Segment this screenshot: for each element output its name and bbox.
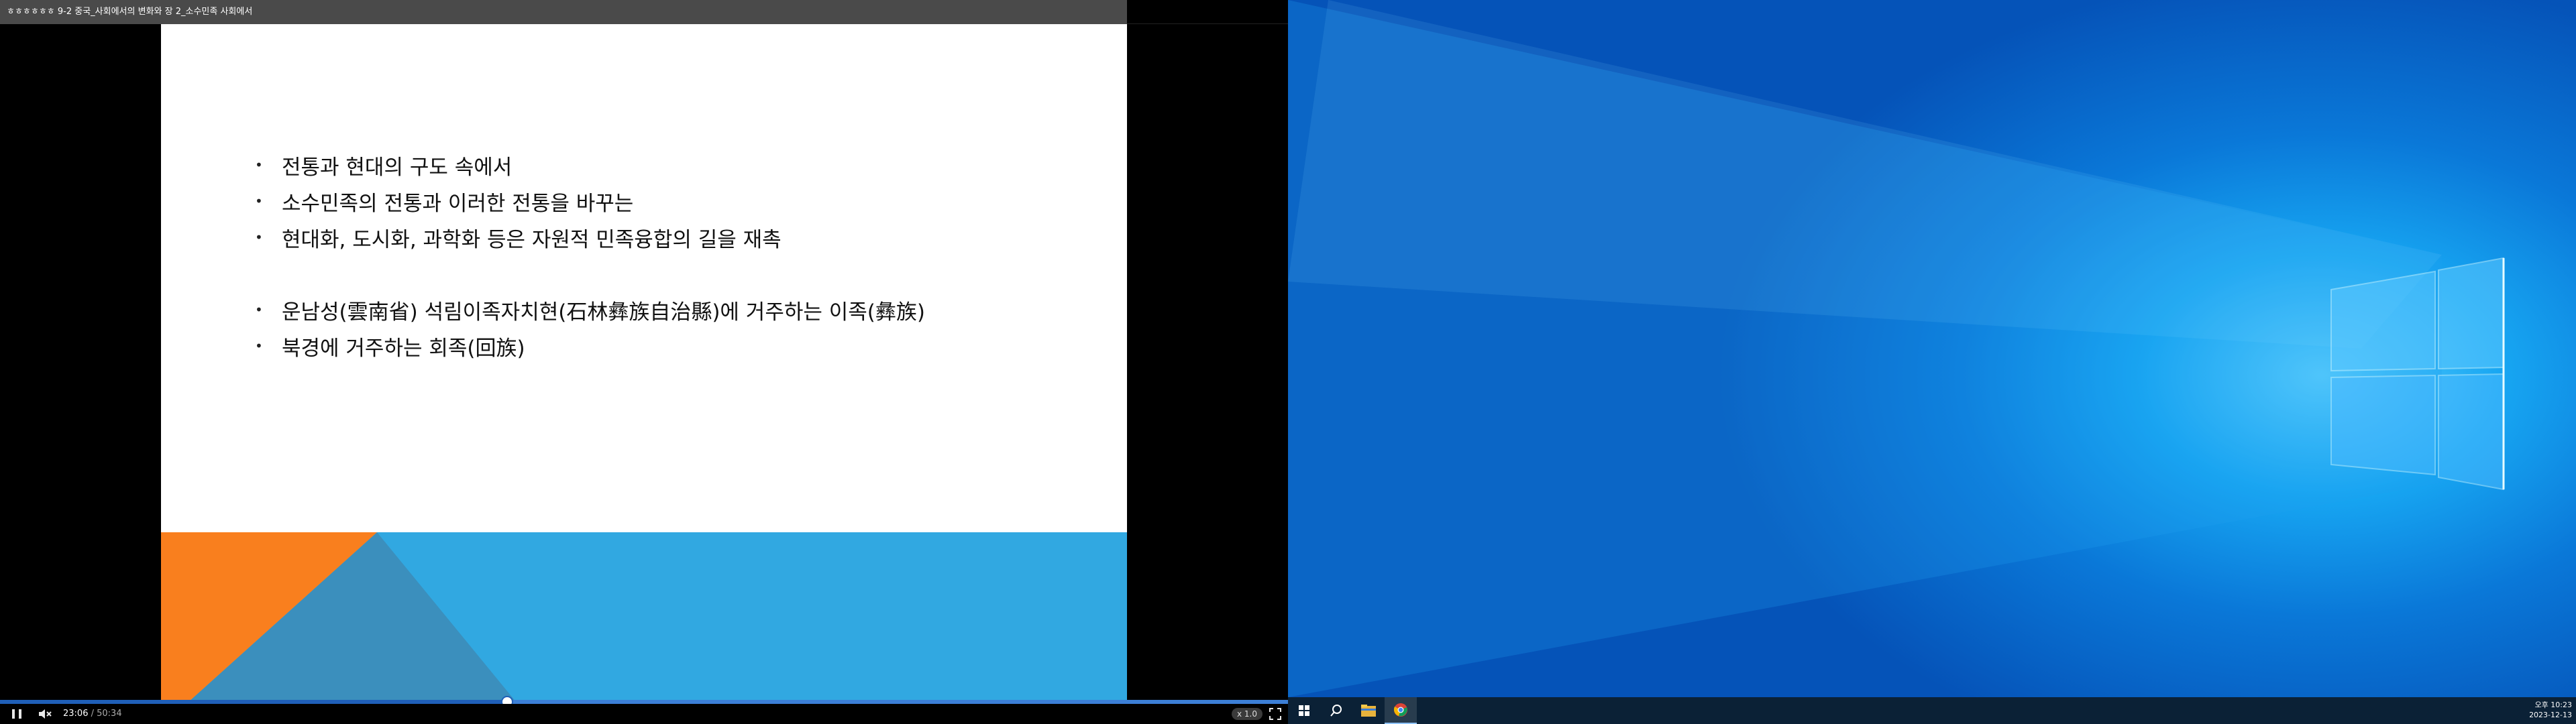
bullet-text: 전통과 현대의 구도 속에서 bbox=[282, 155, 513, 180]
bullet-glyph: • bbox=[255, 302, 263, 318]
windows-start-icon[interactable] bbox=[1288, 697, 1320, 724]
bullet-text: 현대화, 도시화, 과학화 등은 자원적 민족융합의 길을 재촉 bbox=[282, 227, 782, 252]
playback-speed-button[interactable]: x 1.0 bbox=[1232, 708, 1263, 720]
clock-date: 2023-12-13 bbox=[2529, 711, 2572, 719]
search-icon[interactable] bbox=[1320, 697, 1352, 724]
time-display: 23:06 / 50:34 bbox=[63, 709, 122, 719]
bullet-text: 북경에 거주하는 회족(回族) bbox=[282, 336, 525, 361]
taskbar: 오후 10:23 2023-12-13 bbox=[1288, 697, 2576, 724]
bullet-text: 운남성(雲南省) 석림이족자치현(石林彝族自治縣)에 거주하는 이족(彝族) bbox=[282, 300, 925, 324]
video-title-bar: ㅎㅎㅎㅎㅎㅎ 9-2 중국_사회에서의 변화와 장 2_소수민족 사회에서 bbox=[0, 0, 1127, 24]
windows-desktop[interactable]: 오후 10:23 2023-12-13 bbox=[1288, 0, 2576, 724]
clock-time: 오후 10:23 bbox=[2534, 701, 2572, 709]
bullet-glyph: • bbox=[255, 338, 263, 354]
slide-bullet-1: • 전통과 현대의 구도 속에서 bbox=[255, 148, 512, 182]
title-bar-blank bbox=[1127, 0, 1288, 24]
slide-bullet-4: • 운남성(雲南省) 석림이족자치현(石林彝族自治縣)에 거주하는 이족(彝族) bbox=[255, 293, 925, 326]
bullet-glyph: • bbox=[255, 193, 263, 209]
screen: ㅎㅎㅎㅎㅎㅎ 9-2 중국_사회에서의 변화와 장 2_소수민족 사회에서 • … bbox=[0, 0, 2576, 724]
pause-icon[interactable] bbox=[12, 709, 21, 719]
slide-bullet-3: • 현대화, 도시화, 과학화 등은 자원적 민족융합의 길을 재촉 bbox=[255, 221, 782, 254]
bullet-text: 소수민족의 전통과 이러한 전통을 바꾸는 bbox=[282, 191, 634, 216]
duration: 50:34 bbox=[97, 709, 122, 719]
slide-bullet-2: • 소수민족의 전통과 이러한 전통을 바꾸는 bbox=[255, 184, 633, 218]
volume-icon[interactable] bbox=[38, 708, 52, 720]
video-player[interactable]: ㅎㅎㅎㅎㅎㅎ 9-2 중국_사회에서의 변화와 장 2_소수민족 사회에서 • … bbox=[0, 0, 1288, 724]
slide-bullet-5: • 북경에 거주하는 회족(回族) bbox=[255, 329, 525, 363]
lecture-slide: • 전통과 현대의 구도 속에서 • 소수민족의 전통과 이러한 전통을 바꾸는… bbox=[161, 24, 1127, 703]
bullet-glyph: • bbox=[255, 157, 263, 173]
slide-decoration-band bbox=[161, 532, 1127, 703]
video-title: ㅎㅎㅎㅎㅎㅎ 9-2 중국_사회에서의 변화와 장 2_소수민족 사회에서 bbox=[7, 7, 253, 17]
bullet-glyph: • bbox=[255, 229, 263, 245]
file-explorer-icon[interactable] bbox=[1352, 697, 1385, 724]
time-separator: / bbox=[88, 709, 97, 719]
fullscreen-icon[interactable] bbox=[1269, 708, 1281, 720]
chrome-icon[interactable] bbox=[1385, 697, 1417, 724]
system-clock[interactable]: 오후 10:23 2023-12-13 bbox=[2529, 700, 2572, 720]
player-controls: 23:06 / 50:34 x 1.0 bbox=[0, 704, 1288, 724]
wallpaper-windows-logo bbox=[1288, 0, 2505, 697]
current-time: 23:06 bbox=[63, 709, 89, 719]
